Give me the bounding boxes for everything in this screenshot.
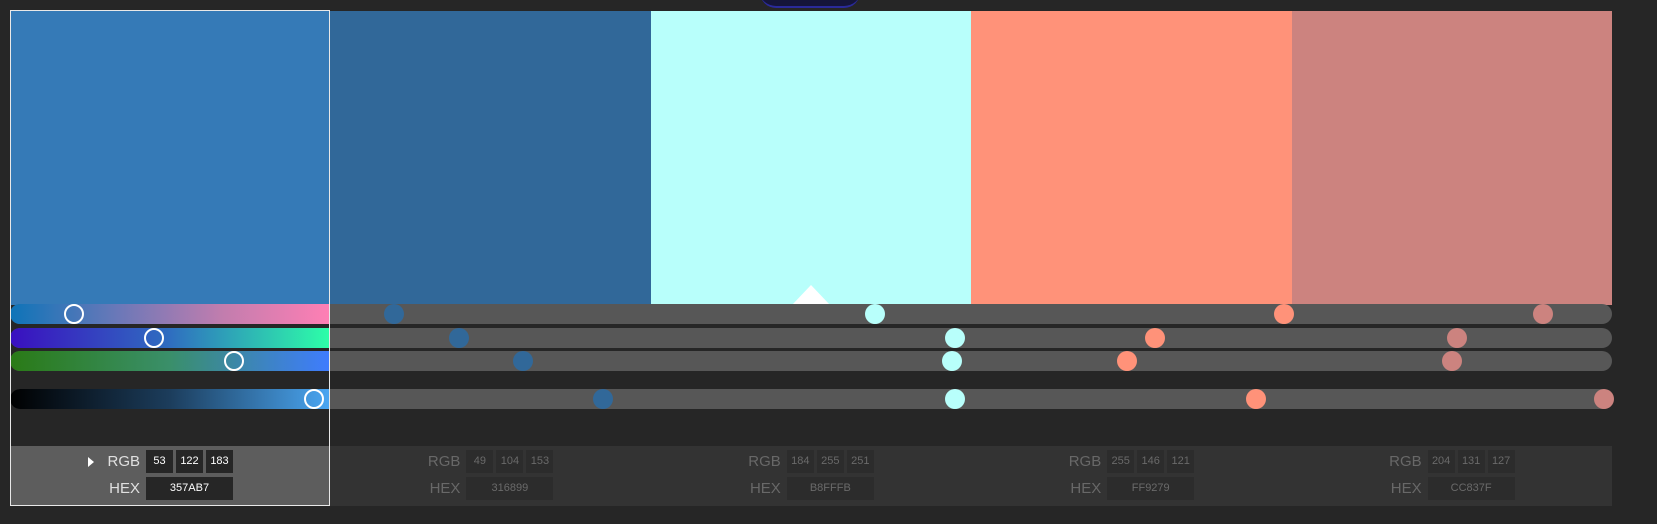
base-color-marker-icon bbox=[792, 285, 831, 305]
channel3-slider[interactable] bbox=[10, 351, 1612, 371]
red-value[interactable]: 184 bbox=[786, 450, 814, 473]
blue-value[interactable]: 127 bbox=[1487, 450, 1515, 473]
blue-value[interactable]: 153 bbox=[526, 450, 554, 473]
rgb-label: RGB bbox=[107, 453, 140, 470]
blue-value[interactable]: 251 bbox=[846, 450, 874, 473]
slider-knob-5[interactable] bbox=[1593, 389, 1614, 409]
luminance-gradient bbox=[10, 389, 330, 409]
slider-knob-3[interactable] bbox=[945, 328, 966, 348]
expand-caret-icon[interactable] bbox=[88, 457, 94, 467]
hex-value[interactable]: FF9279 bbox=[1107, 477, 1195, 500]
slider-knob-4[interactable] bbox=[1145, 328, 1166, 348]
slider-knob-4[interactable] bbox=[1273, 304, 1294, 324]
channel2-gradient bbox=[10, 328, 330, 348]
green-value[interactable]: 131 bbox=[1457, 450, 1485, 473]
blue-value[interactable]: 121 bbox=[1167, 450, 1195, 473]
slider-knob-1[interactable] bbox=[144, 328, 165, 348]
slider-knob-1[interactable] bbox=[304, 389, 325, 409]
color-values-2: RGB 49 104 153 HEX 316899 bbox=[330, 446, 650, 506]
red-value[interactable]: 255 bbox=[1107, 450, 1135, 473]
rgb-label: RGB bbox=[1068, 453, 1102, 470]
slider-knob-3[interactable] bbox=[941, 351, 962, 371]
slider-knob-2[interactable] bbox=[512, 351, 533, 371]
green-value[interactable]: 122 bbox=[176, 450, 203, 473]
slider-knob-5[interactable] bbox=[1441, 351, 1462, 371]
hue-gradient bbox=[10, 304, 330, 324]
hex-label: HEX bbox=[1070, 480, 1102, 497]
slider-knob-5[interactable] bbox=[1533, 304, 1554, 324]
slider-knob-1[interactable] bbox=[64, 304, 85, 324]
hex-value[interactable]: 316899 bbox=[466, 477, 554, 500]
swatch-4[interactable] bbox=[971, 11, 1292, 305]
luminance-slider[interactable] bbox=[10, 389, 1612, 409]
swatch-1[interactable] bbox=[10, 11, 331, 305]
green-value[interactable]: 146 bbox=[1137, 450, 1165, 473]
hex-value[interactable]: CC837F bbox=[1427, 477, 1515, 500]
green-value[interactable]: 255 bbox=[816, 450, 844, 473]
slider-knob-2[interactable] bbox=[592, 389, 613, 409]
color-values-5: RGB 204 131 127 HEX CC837F bbox=[1292, 446, 1612, 506]
hex-value[interactable]: B8FFFB bbox=[786, 477, 874, 500]
swatch-2[interactable] bbox=[330, 11, 651, 305]
hex-value[interactable]: 357AB7 bbox=[146, 477, 233, 500]
red-value[interactable]: 49 bbox=[466, 450, 494, 473]
hex-label: HEX bbox=[749, 480, 781, 497]
red-value[interactable]: 53 bbox=[146, 450, 173, 473]
channel2-slider[interactable] bbox=[10, 328, 1612, 348]
green-value[interactable]: 104 bbox=[496, 450, 524, 473]
color-values-3: RGB 184 255 251 HEX B8FFFB bbox=[651, 446, 971, 506]
slider-knob-5[interactable] bbox=[1446, 328, 1467, 348]
red-value[interactable]: 204 bbox=[1427, 450, 1455, 473]
slider-knob-1[interactable] bbox=[224, 351, 245, 371]
color-values-4: RGB 255 146 121 HEX FF9279 bbox=[971, 446, 1291, 506]
swatch-3[interactable] bbox=[650, 11, 972, 305]
hex-label: HEX bbox=[1390, 480, 1422, 497]
top-handle bbox=[760, 0, 860, 8]
swatch-5[interactable] bbox=[1291, 11, 1613, 305]
rgb-label: RGB bbox=[1389, 453, 1422, 470]
slider-knob-2[interactable] bbox=[384, 304, 405, 324]
color-values-1: RGB 53 122 183 HEX 357AB7 bbox=[10, 446, 330, 506]
hue-slider[interactable] bbox=[10, 304, 1612, 324]
slider-knob-3[interactable] bbox=[945, 389, 966, 409]
slider-knob-3[interactable] bbox=[865, 304, 886, 324]
rgb-label: RGB bbox=[748, 453, 781, 470]
color-swatches bbox=[10, 11, 1613, 305]
values-panel: RGB 53 122 183 HEX 357AB7 RGB 49 104 153… bbox=[10, 446, 1612, 506]
slider-knob-4[interactable] bbox=[1246, 389, 1267, 409]
slider-knob-4[interactable] bbox=[1116, 351, 1137, 371]
rgb-label: RGB bbox=[427, 453, 461, 470]
channel3-gradient bbox=[10, 351, 330, 371]
slider-knob-2[interactable] bbox=[448, 328, 469, 348]
blue-value[interactable]: 183 bbox=[206, 450, 233, 473]
hex-label: HEX bbox=[429, 480, 461, 497]
hex-label: HEX bbox=[109, 480, 140, 497]
